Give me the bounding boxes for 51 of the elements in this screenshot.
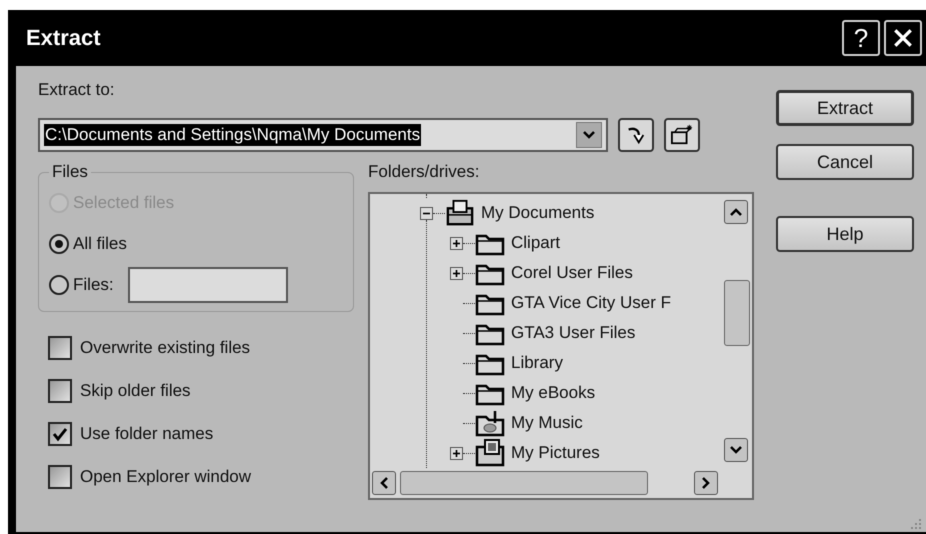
music-folder-icon (475, 409, 505, 437)
expand-icon[interactable] (450, 236, 463, 250)
check-icon (52, 426, 68, 442)
scroll-up-icon[interactable] (724, 200, 748, 224)
new-folder-button[interactable] (664, 118, 700, 152)
curved-arrow-button[interactable] (618, 118, 654, 152)
scroll-right-icon[interactable] (694, 471, 718, 495)
document-folder-icon (445, 199, 475, 227)
checkbox[interactable] (48, 336, 72, 360)
expand-icon[interactable] (450, 446, 463, 460)
scroll-left-icon[interactable] (372, 471, 396, 495)
radio-button[interactable] (49, 274, 69, 294)
radio-button[interactable] (49, 234, 69, 254)
checkbox-option[interactable]: Overwrite existing files (48, 334, 354, 361)
file-mask-field[interactable] (128, 266, 288, 302)
folder-name[interactable]: My Pictures (511, 443, 600, 463)
checkbox-option[interactable]: Skip older files (48, 377, 354, 404)
dialog-button[interactable]: Extract (776, 90, 914, 126)
scroll-down-icon[interactable] (724, 438, 748, 462)
folder-name[interactable]: Clipart (511, 233, 560, 253)
folders-label: Folders/drives: (368, 162, 480, 182)
radio-option[interactable]: All files (49, 234, 127, 254)
folder-name[interactable]: My Documents (481, 203, 594, 223)
close-button[interactable] (884, 20, 922, 56)
checkbox[interactable] (48, 464, 72, 488)
new-folder-icon (670, 124, 694, 146)
checkbox-option[interactable]: Use folder names (48, 420, 354, 447)
extract-to-label: Extract to: (38, 80, 116, 100)
folder-name[interactable]: GTA3 User Files (511, 323, 636, 343)
window-title: Extract (26, 25, 101, 51)
help-dialog-button[interactable]: Help (776, 216, 914, 252)
help-button[interactable]: ? (842, 20, 880, 56)
folder-name[interactable]: GTA Vice City User F (511, 293, 671, 313)
close-icon (892, 27, 914, 49)
picture-folder-icon (475, 439, 505, 467)
folder-name[interactable]: My eBooks (511, 383, 596, 403)
path-dropdown[interactable]: C:\Documents and Settings\Nqma\My Documents (38, 118, 608, 152)
folder-name[interactable]: My Music (511, 413, 583, 433)
dialog-button[interactable]: Cancel (776, 144, 914, 180)
scroll-thumb[interactable] (724, 280, 750, 346)
folder-name[interactable]: Library (511, 353, 563, 373)
scroll-thumb[interactable] (400, 471, 648, 495)
checkbox[interactable] (48, 422, 72, 446)
checkbox-option[interactable]: Open Explorer window (48, 463, 354, 490)
folder-name[interactable]: Corel User Files (511, 263, 633, 283)
resize-grip-icon (910, 518, 922, 530)
group-title: Files (51, 162, 89, 182)
collapse-icon[interactable] (420, 206, 433, 220)
expand-icon[interactable] (450, 266, 463, 280)
radio-option[interactable]: Files: (49, 274, 114, 294)
checkbox[interactable] (48, 378, 72, 402)
